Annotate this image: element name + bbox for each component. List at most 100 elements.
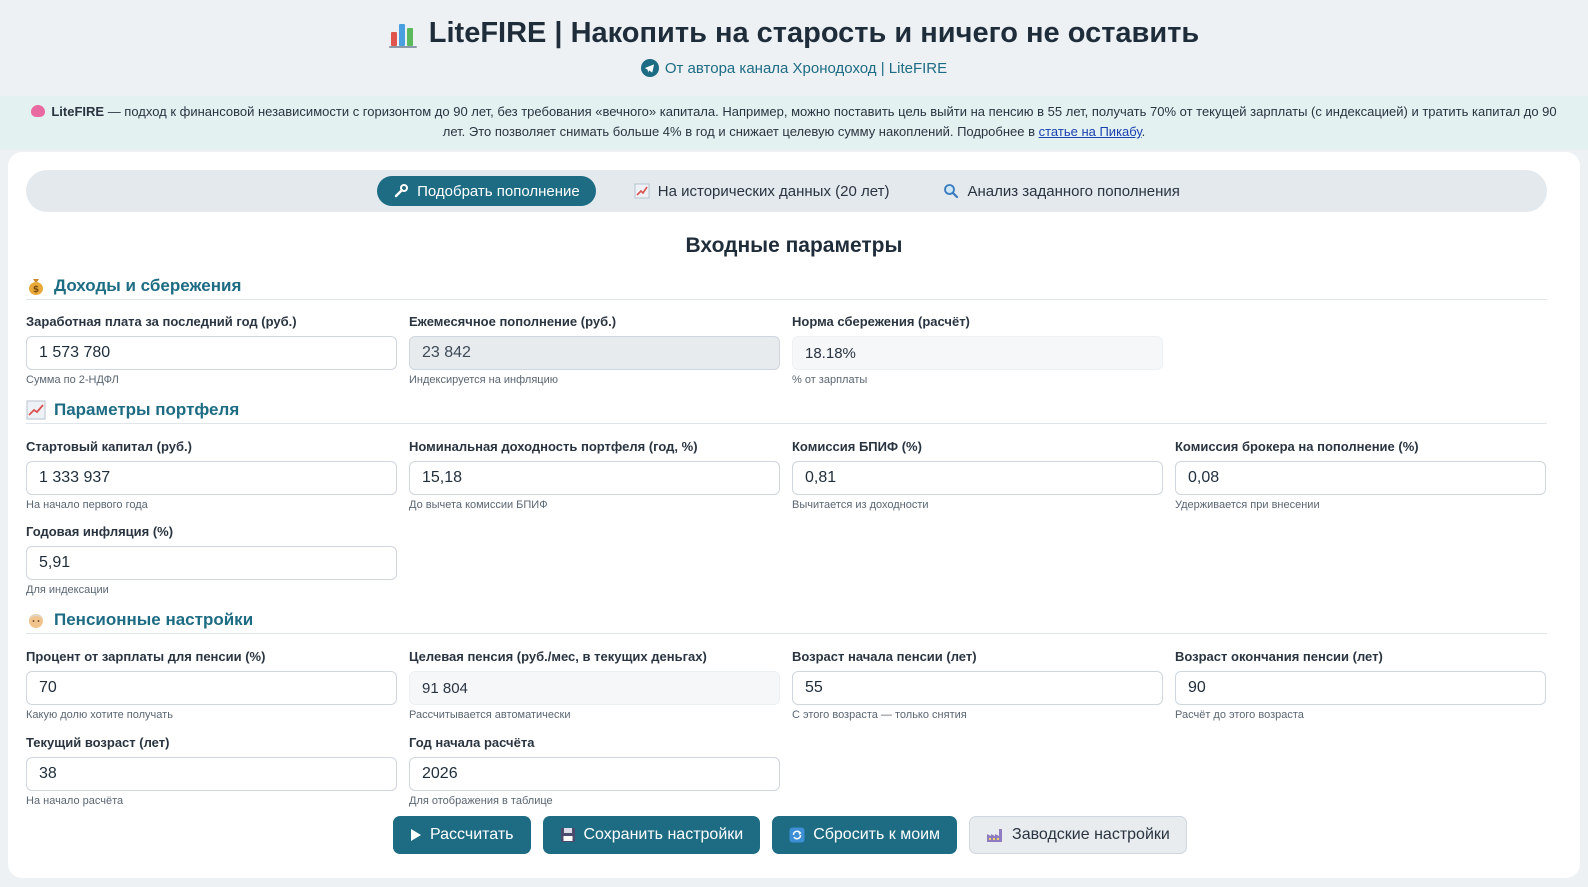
field-label: Годовая инфляция (%)	[26, 524, 174, 539]
magnifier-icon	[943, 183, 959, 199]
elder-icon	[29, 613, 43, 628]
salary-field: Заработная плата за последний год (руб.)…	[26, 314, 398, 388]
field-label: Норма сбережения (расчёт)	[792, 314, 970, 329]
pension-start-age-field: Возраст начала пенсии (лет) 55 С этого в…	[792, 649, 1164, 723]
pension-percent-input[interactable]: 70	[26, 671, 397, 705]
field-label: Возраст начала пенсии (лет)	[792, 649, 977, 664]
section-title: Пенсионные настройки	[54, 609, 254, 629]
broker-fee-field: Комиссия брокера на пополнение (%) 0,08 …	[1175, 439, 1547, 513]
field-label: Процент от зарплаты для пенсии (%)	[26, 649, 266, 664]
page-header: LiteFIRE | Накопить на старость и ничего…	[0, 0, 1588, 79]
banner-end: .	[1141, 124, 1146, 139]
tab-label: Анализ заданного пополнения	[967, 182, 1180, 200]
banner-brand: LiteFIRE	[51, 104, 105, 119]
factory-icon	[987, 829, 1003, 842]
calculate-button[interactable]: Рассчитать	[393, 816, 531, 854]
field-hint: Какую долю хотите получать	[26, 709, 173, 721]
input-params-title: Входные параметры	[685, 234, 903, 257]
pension-percent-field: Процент от зарплаты для пенсии (%) 70 Ка…	[26, 649, 398, 723]
play-icon	[411, 829, 421, 841]
field-hint: Для отображения в таблице	[409, 795, 553, 807]
pikabu-article-link[interactable]: статье на Пикабу	[1039, 124, 1142, 139]
section-title: Параметры портфеля	[54, 399, 240, 419]
field-hint: Сумма по 2-НДФЛ	[26, 374, 119, 386]
field-label: Стартовый капитал (руб.)	[26, 439, 192, 454]
field-hint: Удерживается при внесении	[1175, 499, 1320, 511]
tab-pick-contribution[interactable]: Подобрать пополнение	[377, 176, 596, 206]
field-hint: На начало расчёта	[26, 795, 124, 807]
section-title: Доходы и сбережения	[54, 275, 242, 295]
field-hint: Для индексации	[26, 584, 109, 596]
target-pension-value: 91 804	[409, 671, 780, 705]
money-bag-icon: $	[29, 278, 43, 295]
field-label: Целевая пенсия (руб./мес, в текущих день…	[409, 649, 707, 664]
telegram-icon	[640, 59, 659, 77]
floppy-disk-icon	[560, 828, 575, 842]
current-age-field: Текущий возраст (лет) 38 На начало расчё…	[26, 735, 398, 809]
brain-icon	[31, 105, 46, 117]
banner-text: — подход к финансовой независимости с го…	[104, 104, 1557, 139]
reset-to-mine-button[interactable]: Сбросить к моим	[772, 816, 958, 854]
chart-up-icon	[26, 400, 46, 419]
save-settings-button[interactable]: Сохранить настройки	[542, 816, 761, 854]
fund-fee-field: Комиссия БПИФ (%) 0,81 Вычитается из дох…	[792, 439, 1164, 513]
start-year-field: Год начала расчёта 2026 Для отображения …	[409, 735, 781, 809]
chart-up-icon	[634, 183, 650, 199]
button-label: Сбросить к моим	[813, 826, 941, 843]
field-hint: % от зарплаты	[792, 374, 868, 386]
button-label: Рассчитать	[430, 826, 514, 843]
pension-end-age-input[interactable]: 90	[1175, 671, 1546, 705]
pension-start-age-input[interactable]: 55	[792, 671, 1163, 705]
monthly-contribution-field: Ежемесячное пополнение (руб.) 23 842 Инд…	[409, 314, 781, 388]
svg-text:$: $	[33, 285, 39, 295]
monthly-contribution-input[interactable]: 23 842	[409, 336, 780, 370]
page-title: LiteFIRE | Накопить на старость и ничего…	[388, 14, 1200, 52]
info-banner: LiteFIRE — подход к финансовой независим…	[0, 96, 1588, 150]
field-label: Комиссия БПИФ (%)	[792, 439, 922, 454]
nominal-return-input[interactable]: 15,18	[409, 461, 780, 495]
salary-input[interactable]: 1 573 780	[26, 336, 397, 370]
action-buttons: Рассчитать Сохранить настройки Сбросить …	[393, 816, 1187, 854]
start-capital-field: Стартовый капитал (руб.) 1 333 937 На на…	[26, 439, 398, 513]
field-label: Заработная плата за последний год (руб.)	[26, 314, 297, 329]
field-hint: На начало первого года	[26, 499, 148, 511]
tab-label: На исторических данных (20 лет)	[657, 182, 890, 200]
bar-chart-icon	[388, 18, 419, 48]
factory-settings-button[interactable]: Заводские настройки	[969, 816, 1187, 854]
field-label: Текущий возраст (лет)	[26, 735, 170, 750]
tab-historical-data[interactable]: На исторических данных (20 лет)	[618, 176, 906, 206]
field-label: Возраст окончания пенсии (лет)	[1175, 649, 1383, 664]
field-label: Комиссия брокера на пополнение (%)	[1175, 439, 1419, 454]
field-hint: Рассчитывается автоматически	[409, 709, 571, 721]
field-hint: Расчёт до этого возраста	[1175, 709, 1304, 721]
field-label: Год начала расчёта	[409, 735, 535, 750]
button-label: Заводские настройки	[1012, 826, 1170, 843]
page-title-text: LiteFIRE | Накопить на старость и ничего…	[428, 16, 1200, 49]
broker-fee-input[interactable]: 0,08	[1175, 461, 1546, 495]
button-label: Сохранить настройки	[583, 826, 744, 843]
field-label: Ежемесячное пополнение (руб.)	[409, 314, 617, 329]
savings-rate-field: Норма сбережения (расчёт) 18.18% % от за…	[792, 314, 1164, 388]
field-label: Номинальная доходность портфеля (год, %)	[409, 439, 698, 454]
author-link-text: От автора канала Хронодоход | LiteFIRE	[664, 59, 948, 77]
nominal-return-field: Номинальная доходность портфеля (год, %)…	[409, 439, 781, 513]
savings-rate-value: 18.18%	[792, 336, 1163, 370]
fund-fee-input[interactable]: 0,81	[792, 461, 1163, 495]
inflation-field: Годовая инфляция (%) 5,91 Для индексации	[26, 524, 398, 598]
current-age-input[interactable]: 38	[26, 757, 397, 791]
pension-end-age-field: Возраст окончания пенсии (лет) 90 Расчёт…	[1175, 649, 1547, 723]
field-hint: С этого возраста — только снятия	[792, 709, 967, 721]
wrench-icon	[393, 183, 409, 199]
section-portfolio: Параметры портфеля	[26, 396, 1547, 424]
field-hint: Вычитается из доходности	[792, 499, 929, 511]
inflation-input[interactable]: 5,91	[26, 546, 397, 580]
start-year-input[interactable]: 2026	[409, 757, 780, 791]
main-card: Подобрать пополнение На исторических дан…	[8, 152, 1580, 878]
target-pension-field: Целевая пенсия (руб./мес, в текущих день…	[409, 649, 781, 723]
start-capital-input[interactable]: 1 333 937	[26, 461, 397, 495]
section-income: $ Доходы и сбережения	[26, 272, 1547, 300]
tab-analyze-contribution[interactable]: Анализ заданного пополнения	[927, 176, 1195, 206]
section-pension: Пенсионные настройки	[26, 606, 1547, 634]
tab-bar: Подобрать пополнение На исторических дан…	[26, 170, 1547, 212]
author-link[interactable]: От автора канала Хронодоход | LiteFIRE	[640, 59, 948, 77]
